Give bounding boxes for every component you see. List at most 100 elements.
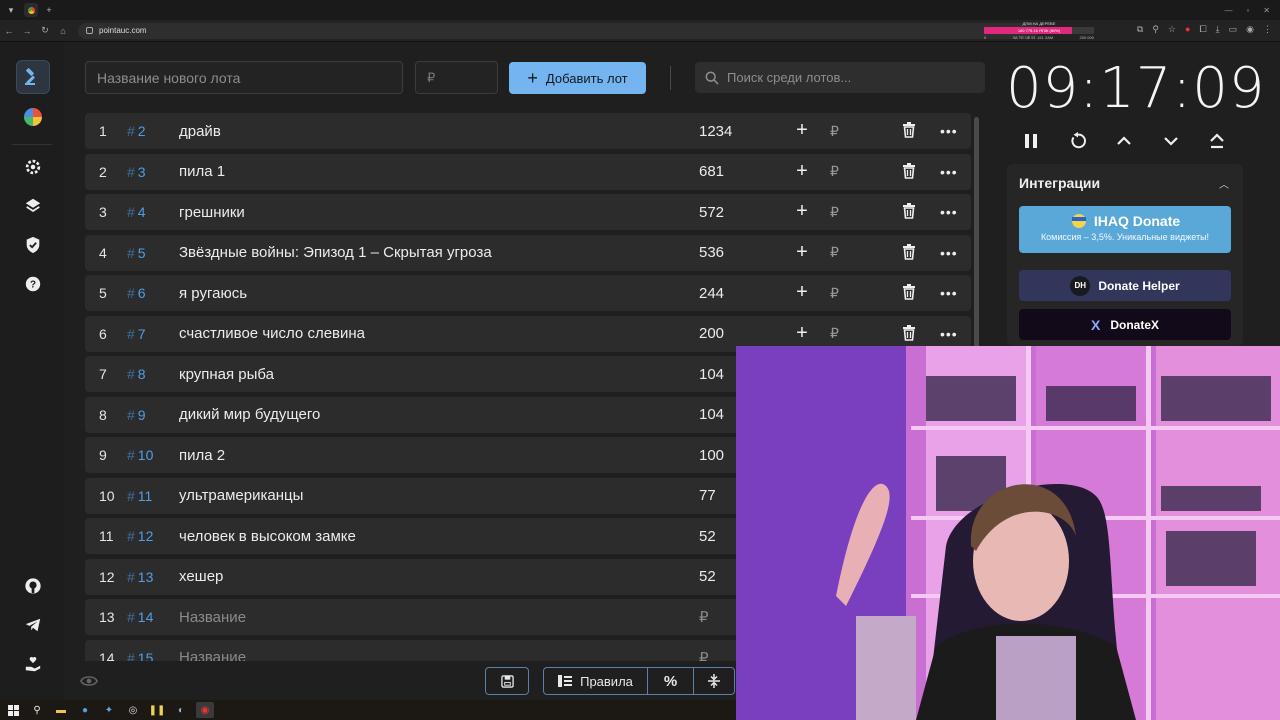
lot-name[interactable]: драйв: [179, 123, 221, 140]
telegram-icon[interactable]: [16, 608, 50, 642]
delete-lot-button[interactable]: [902, 162, 916, 183]
home-icon[interactable]: ⌂: [54, 26, 72, 36]
rules-button[interactable]: Правила: [544, 668, 648, 694]
maximize-icon[interactable]: ▫: [1246, 6, 1249, 15]
donate-helper-button[interactable]: DH Donate Helper: [1019, 270, 1231, 301]
reload-icon[interactable]: ↻: [36, 25, 54, 36]
lot-name[interactable]: счастливое число слевина: [179, 325, 365, 342]
obs-taskbar-icon[interactable]: ◉: [196, 702, 214, 718]
chrome-taskbar-icon[interactable]: ◎: [124, 702, 142, 718]
profile-avatar[interactable]: ◉: [1246, 24, 1254, 35]
site-info-icon[interactable]: [86, 27, 93, 34]
compress-button[interactable]: [694, 668, 734, 694]
lot-row[interactable]: 4 #5 Звёздные войны: Эпизод 1 – Скрытая уг…: [85, 234, 971, 271]
delete-lot-button[interactable]: [902, 284, 916, 304]
download-icon[interactable]: ⤓: [1216, 24, 1220, 35]
file-explorer-icon[interactable]: ▬: [52, 702, 70, 718]
delete-lot-button[interactable]: [902, 324, 916, 345]
currency-input[interactable]: ₽: [830, 123, 839, 140]
lot-row[interactable]: 5 #6 я ругаюсь 244 + ₽ •••: [85, 275, 971, 311]
lot-name[interactable]: грешники: [179, 204, 245, 221]
add-amount-button[interactable]: +: [794, 242, 810, 262]
lot-row[interactable]: 3 #4 грешники 572 + ₽ •••: [85, 194, 971, 230]
lot-amount[interactable]: 536: [699, 244, 724, 261]
donatex-button[interactable]: X DonateX: [1019, 309, 1231, 340]
add-amount-button[interactable]: +: [794, 201, 810, 221]
forward-icon[interactable]: →: [18, 26, 36, 36]
zoom-icon[interactable]: ⚲: [1152, 24, 1159, 35]
steam-taskbar-icon[interactable]: ◐: [172, 702, 190, 718]
lot-amount[interactable]: 77: [699, 487, 716, 504]
lot-row[interactable]: 2 #3 пила 1 681 + ₽ •••: [85, 153, 971, 190]
save-button[interactable]: [485, 667, 529, 695]
lot-amount[interactable]: 100: [699, 447, 724, 464]
delete-lot-button[interactable]: [902, 243, 916, 264]
browser-tab[interactable]: [24, 3, 38, 17]
more-options-button[interactable]: •••: [940, 326, 958, 342]
github-icon[interactable]: [16, 569, 50, 603]
search-taskbar-icon[interactable]: ⚲: [28, 702, 46, 718]
app-taskbar-icon[interactable]: ✦: [100, 702, 118, 718]
extension-red-icon[interactable]: ●: [1185, 24, 1190, 35]
new-lot-amount-input[interactable]: ₽: [415, 61, 498, 94]
increase-time-button[interactable]: [1112, 130, 1136, 152]
pause-app-taskbar-icon[interactable]: ❚❚: [148, 702, 166, 718]
lot-name[interactable]: я ругаюсь: [179, 285, 247, 302]
more-options-button[interactable]: •••: [940, 285, 958, 301]
more-options-button[interactable]: •••: [940, 204, 958, 220]
lot-name[interactable]: ультрамериканцы: [179, 487, 303, 504]
more-options-button[interactable]: •••: [940, 245, 958, 261]
visibility-toggle[interactable]: [80, 674, 98, 693]
lot-name[interactable]: дикий мир будущего: [179, 406, 320, 423]
percent-button[interactable]: %: [648, 668, 694, 694]
currency-input[interactable]: ₽: [830, 204, 839, 221]
wheel-icon[interactable]: [16, 100, 50, 134]
lot-amount[interactable]: 104: [699, 366, 724, 383]
donate-icon[interactable]: [16, 647, 50, 681]
lot-amount[interactable]: 681: [699, 163, 724, 180]
lot-amount[interactable]: ₽: [699, 649, 709, 662]
windows-start-icon[interactable]: [4, 702, 22, 718]
tab-list-icon[interactable]: ▾: [4, 3, 18, 17]
reset-timer-button[interactable]: [1066, 130, 1090, 152]
collapse-chevron-icon[interactable]: ︿: [1219, 176, 1229, 191]
new-tab-button[interactable]: +: [42, 3, 56, 17]
add-amount-button[interactable]: +: [794, 161, 810, 181]
delete-lot-button[interactable]: [902, 122, 916, 142]
layers-icon[interactable]: [16, 189, 50, 223]
add-lot-button[interactable]: + Добавить лот: [509, 62, 646, 94]
lot-name[interactable]: Название: [179, 649, 246, 661]
lot-amount[interactable]: ₽: [699, 608, 709, 626]
pause-button[interactable]: [1019, 130, 1043, 152]
more-options-button[interactable]: •••: [940, 123, 958, 139]
delete-lot-button[interactable]: [902, 203, 916, 223]
lot-name[interactable]: Звёздные войны: Эпизод 1 – Скрытая угроз…: [179, 244, 492, 261]
add-amount-button[interactable]: +: [794, 120, 810, 140]
lot-name[interactable]: хешер: [179, 568, 223, 585]
help-icon[interactable]: ?: [16, 267, 50, 301]
lot-amount[interactable]: 52: [699, 528, 716, 545]
minimize-icon[interactable]: —: [1224, 6, 1232, 15]
back-icon[interactable]: ←: [0, 26, 18, 36]
bookmark-icon[interactable]: ☆: [1168, 24, 1176, 35]
lot-name[interactable]: человек в высоком замке: [179, 528, 356, 545]
decrease-time-button[interactable]: [1159, 130, 1183, 152]
settings-icon[interactable]: [16, 150, 50, 184]
sidepanel-icon[interactable]: ▭: [1229, 24, 1238, 35]
currency-input[interactable]: ₽: [830, 163, 839, 180]
menu-icon[interactable]: ⋮: [1263, 24, 1272, 35]
currency-input[interactable]: ₽: [830, 325, 839, 342]
double-increase-button[interactable]: [1205, 130, 1229, 152]
lot-amount[interactable]: 572: [699, 204, 724, 221]
url-field[interactable]: pointauc.com: [78, 22, 1038, 39]
lot-row[interactable]: 1 #2 драйв 1234 + ₽ •••: [85, 113, 971, 149]
lot-amount[interactable]: 52: [699, 568, 716, 585]
translate-icon[interactable]: ⧉: [1137, 24, 1143, 35]
lot-name[interactable]: Название: [179, 609, 246, 626]
currency-input[interactable]: ₽: [830, 244, 839, 261]
currency-input[interactable]: ₽: [830, 285, 839, 302]
lot-amount[interactable]: 1234: [699, 123, 732, 140]
add-amount-button[interactable]: +: [794, 282, 810, 302]
auction-icon[interactable]: [16, 60, 50, 94]
ihaq-donate-button[interactable]: IHAQ Donate Комиссия – 3,5%. Уникальные …: [1019, 206, 1231, 253]
